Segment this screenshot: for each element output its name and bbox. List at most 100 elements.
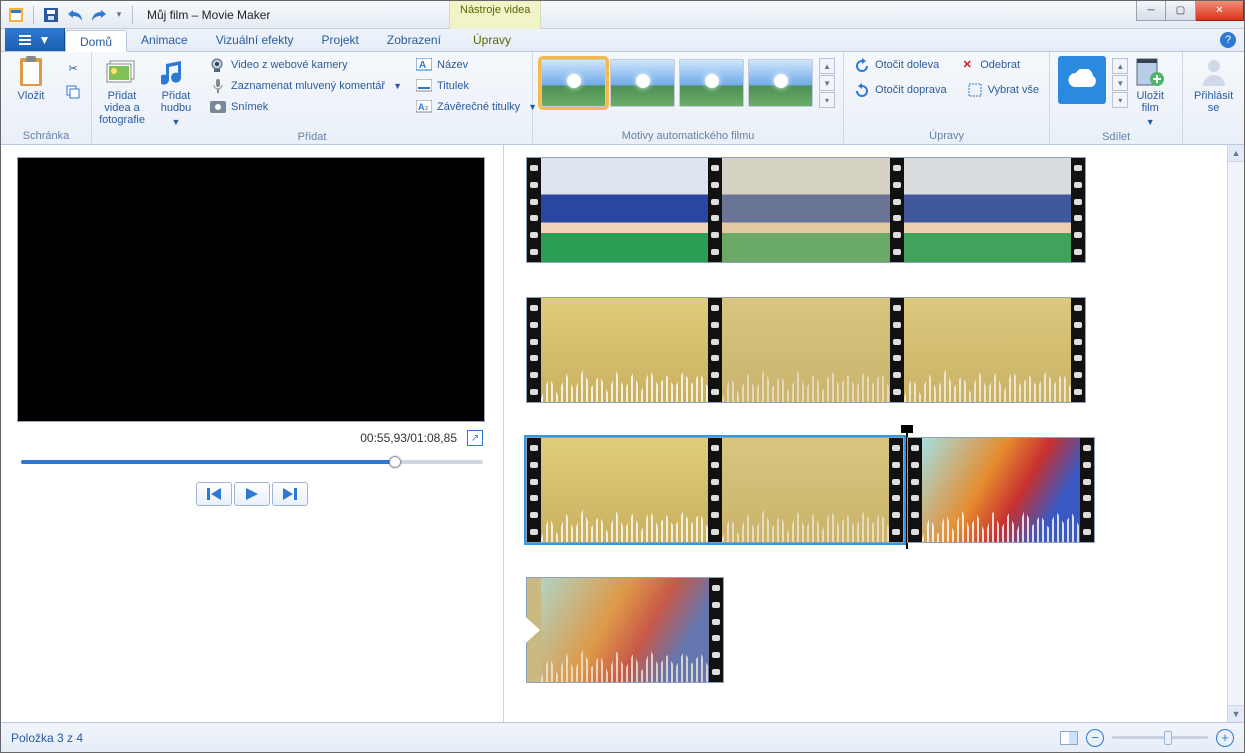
workspace: 00:55,93/01:08,85 ↗ (1, 145, 1244, 722)
help-icon[interactable]: ? (1220, 32, 1236, 48)
video-preview[interactable] (17, 157, 485, 422)
file-menu-button[interactable]: ▼ (5, 28, 65, 51)
storyboard-pane[interactable]: ▲ ▼ (504, 145, 1244, 722)
add-music-button[interactable]: Přidat hudbu▼ (152, 54, 200, 130)
snapshot-button[interactable]: Snímek (206, 96, 406, 117)
add-media-button[interactable]: Přidat videa a fotografie (98, 54, 146, 128)
status-item-count: Položka 3 z 4 (11, 731, 83, 745)
theme-thumbnail[interactable] (541, 59, 606, 107)
zoom-in-button[interactable]: + (1216, 729, 1234, 747)
clip-row (526, 157, 1236, 263)
continue-chevron-icon (1094, 478, 1095, 502)
fullscreen-icon[interactable]: ↗ (467, 430, 483, 446)
app-icon[interactable] (5, 5, 27, 25)
skydrive-button[interactable] (1056, 54, 1108, 106)
clip[interactable] (526, 577, 724, 683)
photo-stack-icon (106, 56, 138, 88)
theme-thumbnail[interactable] (610, 59, 675, 107)
svg-text:z: z (425, 105, 429, 112)
clip-row (526, 437, 1236, 543)
copy-button[interactable] (61, 81, 85, 102)
ribbon: Vložit ✂ Schránka Přidat videa a fotogra… (1, 52, 1244, 145)
play-button[interactable] (234, 482, 270, 506)
seek-slider[interactable] (21, 460, 483, 464)
film-save-icon (1134, 56, 1166, 88)
select-all-button[interactable]: Vybrat vše (963, 79, 1044, 100)
contextual-tab-header: Nástroje videa (449, 1, 541, 29)
person-icon (1198, 56, 1230, 88)
zoom-controls: − + (1060, 729, 1234, 747)
tab-visual-effects[interactable]: Vizuální efekty (202, 29, 308, 51)
save-icon[interactable] (40, 5, 62, 25)
cut-button[interactable]: ✂ (61, 58, 85, 79)
clip[interactable] (526, 297, 1086, 403)
film-sprocket (527, 158, 541, 262)
remove-button[interactable]: ✕Odebrat (955, 54, 1024, 75)
status-bar: Položka 3 z 4 − + (1, 722, 1244, 752)
playback-controls (17, 482, 487, 506)
copy-icon (65, 84, 81, 100)
group-automovie-themes: ▲▼▾ Motivy automatického filmu (533, 52, 844, 144)
webcam-icon (210, 57, 226, 73)
clipboard-icon (15, 56, 47, 88)
zoom-thumb[interactable] (1164, 731, 1172, 745)
minimize-button[interactable]: ─ (1136, 1, 1166, 21)
view-switch-icon[interactable] (1060, 731, 1078, 745)
sign-in-button[interactable]: Přihlásit se (1189, 54, 1238, 116)
vertical-scrollbar[interactable]: ▲ ▼ (1227, 145, 1244, 722)
select-all-icon (967, 82, 983, 98)
caption-icon (416, 78, 432, 94)
tab-animations[interactable]: Animace (127, 29, 202, 51)
scroll-down-icon[interactable]: ▼ (1228, 705, 1244, 722)
window-controls: ─ ▢ ✕ (1136, 1, 1244, 21)
seek-thumb[interactable] (389, 456, 401, 468)
rotate-right-icon (854, 82, 870, 98)
scroll-up-icon[interactable]: ▲ (1228, 145, 1244, 162)
title-button[interactable]: ANázev (412, 54, 541, 75)
clip-selected[interactable] (526, 437, 904, 543)
caption-button[interactable]: Titulek (412, 75, 541, 96)
zoom-slider[interactable] (1112, 736, 1208, 739)
next-frame-button[interactable] (272, 482, 308, 506)
group-clipboard: Vložit ✂ Schránka (1, 52, 92, 144)
tab-edits[interactable]: Úpravy (459, 29, 525, 51)
delete-icon: ✕ (959, 57, 975, 73)
prev-frame-button[interactable] (196, 482, 232, 506)
qat-dropdown-icon[interactable]: ▾ (112, 5, 126, 25)
close-button[interactable]: ✕ (1196, 1, 1244, 21)
credits-button[interactable]: AzZávěrečné titulky▼ (412, 96, 541, 117)
rotate-left-icon (854, 57, 870, 73)
clip[interactable] (907, 437, 1095, 543)
rotate-left-button[interactable]: Otočit doleva (850, 54, 943, 75)
save-movie-button[interactable]: Uložit film▼ (1124, 54, 1176, 130)
webcam-button[interactable]: Video z webové kamery (206, 54, 406, 75)
maximize-button[interactable]: ▢ (1166, 1, 1196, 21)
narration-button[interactable]: Zaznamenat mluvený komentář▼ (206, 75, 406, 96)
group-add: Přidat videa a fotografie Přidat hudbu▼ … (92, 52, 533, 144)
zoom-out-button[interactable]: − (1086, 729, 1104, 747)
group-share: ▲▼▾ Uložit film▼ Sdílet (1050, 52, 1183, 144)
theme-thumbnail[interactable] (748, 59, 813, 107)
clip[interactable] (526, 157, 1086, 263)
time-display: 00:55,93/01:08,85 (360, 431, 457, 445)
tab-project[interactable]: Projekt (308, 29, 373, 51)
microphone-icon (210, 78, 226, 94)
quick-access-toolbar: ▾ (1, 5, 141, 25)
paste-button[interactable]: Vložit (7, 54, 55, 104)
theme-thumbnail[interactable] (679, 59, 744, 107)
credits-icon: Az (416, 99, 432, 115)
group-signin: Přihlásit se (1183, 52, 1244, 144)
tab-home[interactable]: Domů (65, 30, 127, 52)
gallery-scroll[interactable]: ▲▼▾ (819, 58, 835, 108)
group-editing: Otočit doleva ✕Odebrat Otočit doprava Vy… (844, 52, 1050, 144)
clip-row (526, 297, 1236, 403)
redo-icon[interactable] (88, 5, 110, 25)
preview-pane: 00:55,93/01:08,85 ↗ (1, 145, 504, 722)
clip-row (526, 577, 1236, 683)
tab-view[interactable]: Zobrazení (373, 29, 455, 51)
rotate-right-button[interactable]: Otočit doprava (850, 79, 951, 100)
title-icon: A (416, 57, 432, 73)
music-note-icon (160, 56, 192, 88)
film-sprocket (1071, 158, 1085, 262)
undo-icon[interactable] (64, 5, 86, 25)
